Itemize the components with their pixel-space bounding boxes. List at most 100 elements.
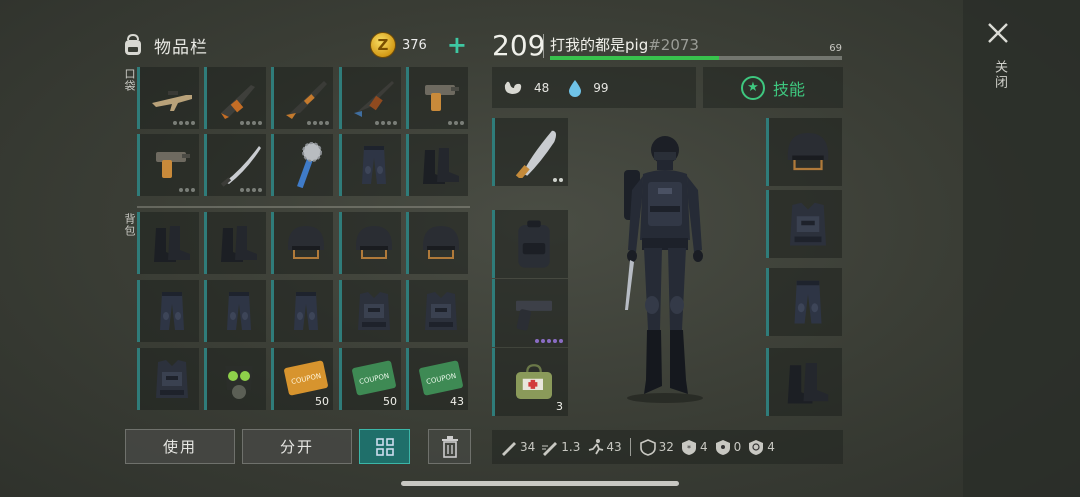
xp-bar-fill <box>550 56 720 60</box>
inventory-slot[interactable] <box>204 67 266 129</box>
equip-slot-machete[interactable] <box>492 118 568 186</box>
close-icon[interactable] <box>985 20 1011 46</box>
durability-dots <box>535 339 563 343</box>
skills-button[interactable]: ★ 技能 <box>703 67 843 108</box>
inventory-slot[interactable] <box>406 280 468 342</box>
equip-slot-boots[interactable] <box>766 348 842 416</box>
stats-separator <box>629 438 631 456</box>
use-button[interactable]: 使用 <box>125 429 235 464</box>
equip-slot-vest[interactable] <box>766 190 842 258</box>
shotgun-icon <box>286 81 327 119</box>
vest-icon <box>156 360 188 398</box>
inventory-header: 物品栏 <box>120 30 208 60</box>
stat-value: 43 <box>606 440 622 454</box>
vest-icon <box>425 292 457 330</box>
inventory-slot[interactable] <box>271 67 333 129</box>
machete-icon <box>515 130 557 178</box>
pants-icon <box>362 146 386 184</box>
inventory-slot[interactable] <box>271 134 333 196</box>
inventory-slot[interactable] <box>204 348 266 410</box>
skills-label: 技能 <box>772 79 805 99</box>
helmet-icon <box>787 133 829 171</box>
rifle-icon <box>221 85 255 119</box>
pants-icon <box>227 292 251 330</box>
durability-dots <box>240 121 262 125</box>
character-model <box>624 136 703 403</box>
radiation-resist-icon <box>715 440 730 455</box>
inventory-slot[interactable]: COUPON 50 <box>271 348 333 410</box>
inventory-slot[interactable] <box>137 67 199 129</box>
add-coins-button[interactable]: + <box>447 33 467 57</box>
svg-text:*: * <box>687 444 691 453</box>
inventory-slot[interactable] <box>271 212 333 274</box>
close-panel <box>963 0 1080 497</box>
water-drop-icon <box>569 79 582 97</box>
inventory-slot[interactable] <box>339 67 401 129</box>
inventory-slot[interactable] <box>339 212 401 274</box>
stat-value: 4 <box>699 440 708 454</box>
inventory-slot[interactable] <box>339 280 401 342</box>
inventory-slot[interactable] <box>204 212 266 274</box>
split-button[interactable]: 分开 <box>242 429 352 464</box>
inventory-slot[interactable] <box>204 280 266 342</box>
boots-icon <box>154 226 190 262</box>
equip-slot-pants[interactable] <box>766 268 842 336</box>
durability-dots <box>173 121 195 125</box>
stat-cold-resist: * 4 <box>680 438 708 456</box>
inventory-slot[interactable]: COUPON 43 <box>406 348 468 410</box>
move-speed-icon <box>589 439 604 455</box>
durability-dots <box>375 121 397 125</box>
equip-slot-backpack[interactable] <box>492 210 568 278</box>
equip-slot-medkit[interactable]: 3 <box>492 348 568 416</box>
character-stats-bar: 34 1.3 43 32 * 4 0 4 <box>492 430 843 464</box>
stomach-icon <box>504 81 522 94</box>
inventory-title: 物品栏 <box>154 37 208 58</box>
equip-slot-helmet[interactable] <box>766 118 842 186</box>
melee-damage-icon <box>502 442 516 456</box>
medkit-icon <box>516 364 552 399</box>
durability-dots <box>179 188 195 192</box>
inventory-slot[interactable] <box>339 134 401 196</box>
survival-stats: 48 99 <box>492 67 696 108</box>
gas-mask-icon <box>225 366 253 399</box>
inventory-slot[interactable]: COUPON 50 <box>339 348 401 410</box>
durability-dots <box>240 188 262 192</box>
vest-icon <box>358 292 390 330</box>
discard-button[interactable] <box>428 429 471 464</box>
inventory-slot[interactable] <box>137 348 199 410</box>
inventory-slot[interactable] <box>406 67 468 129</box>
stat-armor: 32 <box>639 438 674 456</box>
pistol-orange-icon <box>156 152 190 178</box>
inventory-slot[interactable] <box>271 280 333 342</box>
helmet-icon <box>423 226 459 259</box>
close-label[interactable]: 关闭 <box>990 60 1009 90</box>
item-count: 3 <box>556 400 563 413</box>
durability-dots <box>307 121 329 125</box>
vest-icon <box>790 202 826 246</box>
durability-dots <box>553 178 563 182</box>
bio-resist-icon <box>749 440 764 455</box>
pants-icon <box>794 280 822 324</box>
xp-bar <box>550 56 842 60</box>
pistol-orange-icon <box>425 85 459 111</box>
inventory-slot[interactable] <box>204 134 266 196</box>
grid-view-button[interactable] <box>359 429 410 464</box>
inventory-slot[interactable] <box>406 134 468 196</box>
helmet-icon <box>356 226 392 259</box>
coin-amount: 376 <box>402 37 427 53</box>
currency-display: Z 376 + <box>370 30 467 60</box>
boots-icon <box>423 148 459 184</box>
cold-resist-icon: * <box>681 440 696 455</box>
inventory-slot[interactable] <box>137 280 199 342</box>
star-icon: ★ <box>740 75 765 100</box>
inventory-slot[interactable] <box>406 212 468 274</box>
inventory-slot[interactable] <box>137 212 199 274</box>
backpack-label: 背包 <box>123 213 136 237</box>
pants-icon <box>160 292 184 330</box>
home-indicator[interactable] <box>401 481 679 486</box>
equip-slot-glock[interactable] <box>492 279 568 347</box>
stat-value: 4 <box>767 440 775 454</box>
inventory-slot[interactable] <box>137 134 199 196</box>
player-name-text: 打我的都是pig <box>550 36 649 54</box>
saw-mace-icon <box>297 142 322 188</box>
